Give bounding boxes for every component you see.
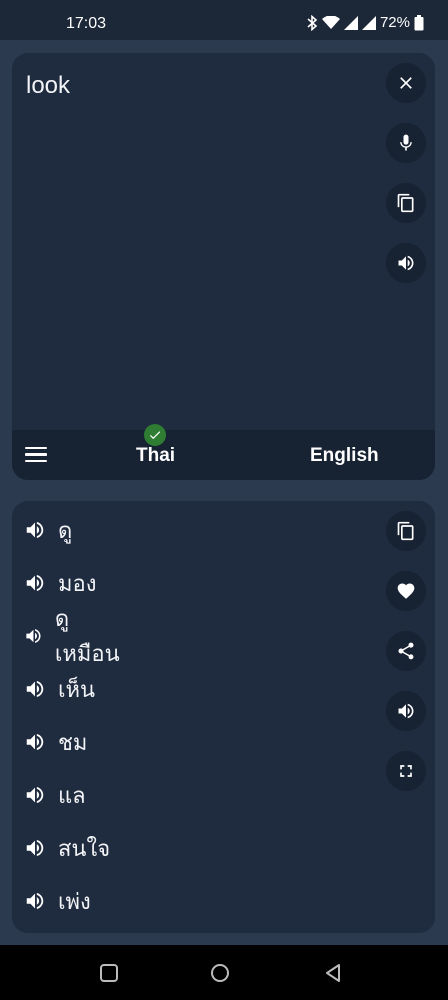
- speaker-icon: [398, 255, 414, 271]
- share-button[interactable]: [386, 631, 426, 671]
- bluetooth-icon: [307, 14, 318, 31]
- speaker-icon[interactable]: [24, 519, 46, 541]
- heart-icon: [397, 583, 415, 599]
- mic-button[interactable]: [386, 123, 426, 163]
- copy-icon: [397, 193, 414, 213]
- speaker-icon[interactable]: [24, 678, 46, 700]
- speaker-icon[interactable]: [24, 731, 46, 753]
- back-icon: [326, 964, 340, 982]
- speak-result-button[interactable]: [386, 691, 426, 731]
- favorite-button[interactable]: [386, 571, 426, 611]
- home-button[interactable]: [209, 962, 231, 984]
- home-icon: [211, 964, 229, 982]
- list-item[interactable]: สนใจ: [24, 828, 110, 868]
- results-card: ดู มอง ดูเหมือน เห็น ชม แล สนใจ เพ่ง: [12, 501, 435, 933]
- fullscreen-icon: [400, 765, 412, 777]
- signal-icon: [361, 15, 376, 30]
- list-item[interactable]: เพ่ง: [24, 881, 91, 921]
- menu-icon[interactable]: [25, 444, 49, 466]
- result-word: แล: [58, 783, 86, 809]
- copy-input-button[interactable]: [386, 183, 426, 223]
- check-icon: [144, 424, 166, 446]
- clear-button[interactable]: [386, 63, 426, 103]
- speaker-icon[interactable]: [24, 625, 43, 647]
- result-word: สนใจ: [58, 836, 111, 862]
- source-language[interactable]: Thai: [136, 445, 175, 467]
- system-nav-bar: [0, 945, 448, 1000]
- battery-percent: 72%: [379, 14, 410, 31]
- result-word: ดู: [58, 518, 73, 544]
- status-icons: 72%: [306, 14, 424, 31]
- result-word: เห็น: [58, 677, 96, 703]
- wifi-icon: [321, 15, 340, 29]
- copy-icon: [397, 521, 414, 541]
- list-item[interactable]: แล: [24, 775, 86, 815]
- fullscreen-button[interactable]: [386, 751, 426, 791]
- input-card: look Thai English: [12, 53, 435, 480]
- list-item[interactable]: ชม: [24, 722, 87, 762]
- speaker-icon[interactable]: [24, 572, 46, 594]
- copy-result-button[interactable]: [386, 511, 426, 551]
- status-bar: 17:03 72%: [0, 0, 448, 40]
- input-text[interactable]: look: [26, 72, 70, 100]
- mic-icon: [400, 134, 412, 151]
- result-word: ชม: [58, 730, 88, 756]
- speaker-icon[interactable]: [24, 784, 46, 806]
- signal-icon: [343, 15, 358, 30]
- target-language[interactable]: English: [310, 445, 379, 467]
- battery-icon: [414, 14, 424, 30]
- status-time: 17:03: [66, 15, 107, 32]
- list-item[interactable]: มอง: [24, 563, 96, 603]
- speak-input-button[interactable]: [386, 243, 426, 283]
- list-item[interactable]: เห็น: [24, 669, 95, 709]
- speaker-icon: [398, 703, 414, 719]
- recent-apps-icon: [100, 964, 118, 982]
- back-button[interactable]: [322, 962, 344, 984]
- result-word: เพ่ง: [58, 889, 91, 915]
- close-icon: [400, 77, 412, 89]
- list-item[interactable]: ดูเหมือน: [24, 607, 123, 667]
- result-word: ดูเหมือน: [54, 607, 120, 667]
- list-item[interactable]: ดู: [24, 510, 72, 550]
- recent-apps-button[interactable]: [98, 962, 120, 984]
- language-bar: Thai English: [12, 424, 435, 480]
- result-word: มอง: [58, 571, 97, 597]
- speaker-icon[interactable]: [24, 837, 46, 859]
- share-icon: [398, 642, 414, 660]
- speaker-icon[interactable]: [24, 890, 46, 912]
